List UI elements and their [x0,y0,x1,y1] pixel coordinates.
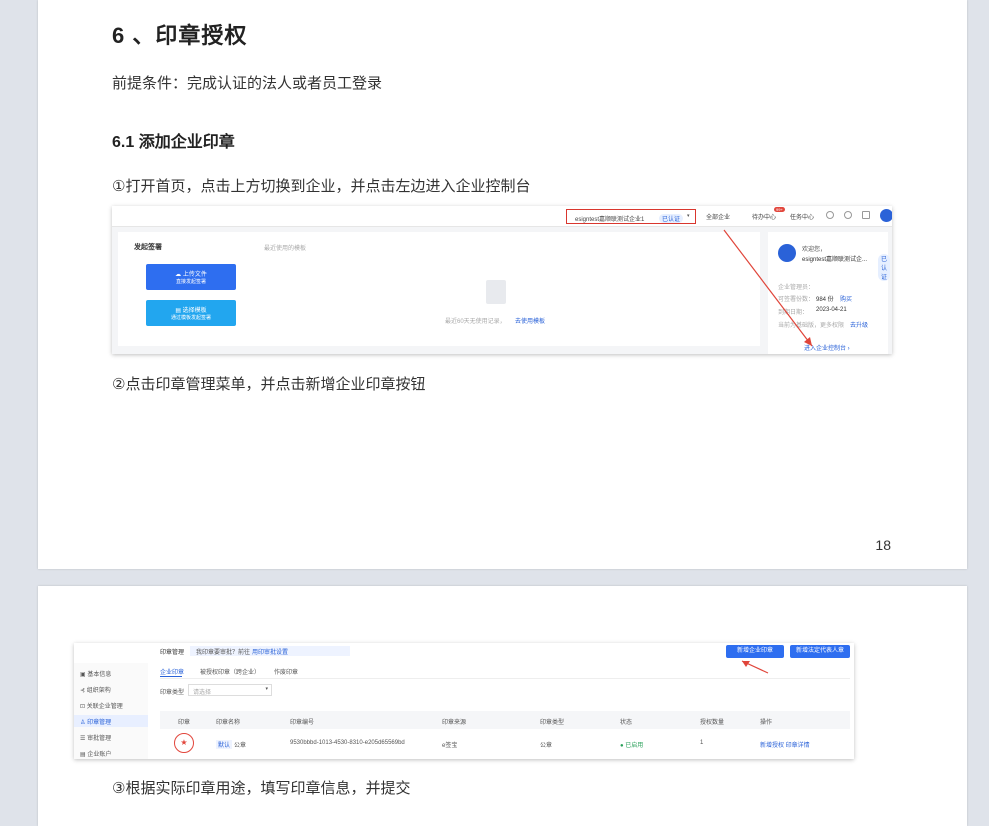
homepage-screenshot: esigntest嘉顺联测试企业1 已认证 ▾ 全部企业 待办中心 99+ 任务… [112,206,892,354]
section-heading: 6 、印章授权 [112,23,248,48]
step-3-text: ③根据实际印章用途，填写印章信息，并提交 [112,780,411,797]
step-2-text: ②点击印章管理菜单，并点击新增企业印章按钮 [112,376,426,393]
red-arrow-annotation [723,229,813,347]
subsection-heading: 6.1 添加企业印章 [112,134,235,151]
red-arrow-annotation [741,660,769,674]
page-number: 18 [875,537,891,553]
document-page-18: 6 、印章授权 前提条件：完成认证的法人或者员工登录 6.1 添加企业印章 ①打… [38,0,967,569]
step-1-text: ①打开首页，点击上方切换到企业，并点击左边进入企业控制台 [112,178,531,195]
prerequisite-text: 前提条件：完成认证的法人或者员工登录 [112,75,383,92]
seal-management-screenshot: 印章管理 我印章要审批？前往 用印审批设置 新增企业印章 新增法定代表人章 企业… [74,643,854,759]
